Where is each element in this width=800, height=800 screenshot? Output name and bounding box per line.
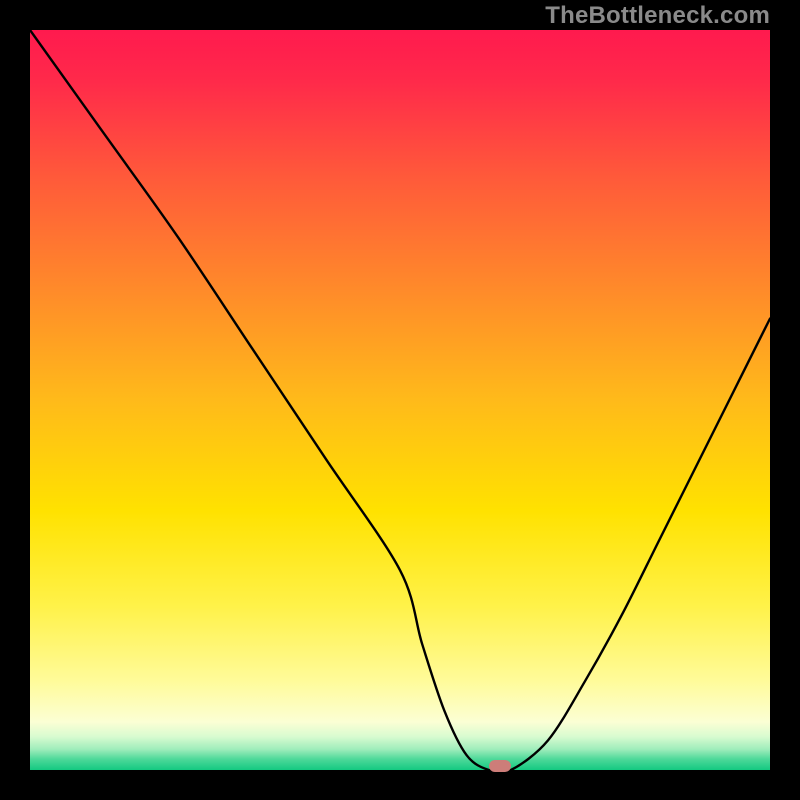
optimal-marker <box>489 760 511 772</box>
plot-area <box>30 30 770 770</box>
chart-svg <box>30 30 770 770</box>
gradient-background <box>30 30 770 770</box>
watermark-text: TheBottleneck.com <box>545 2 770 30</box>
